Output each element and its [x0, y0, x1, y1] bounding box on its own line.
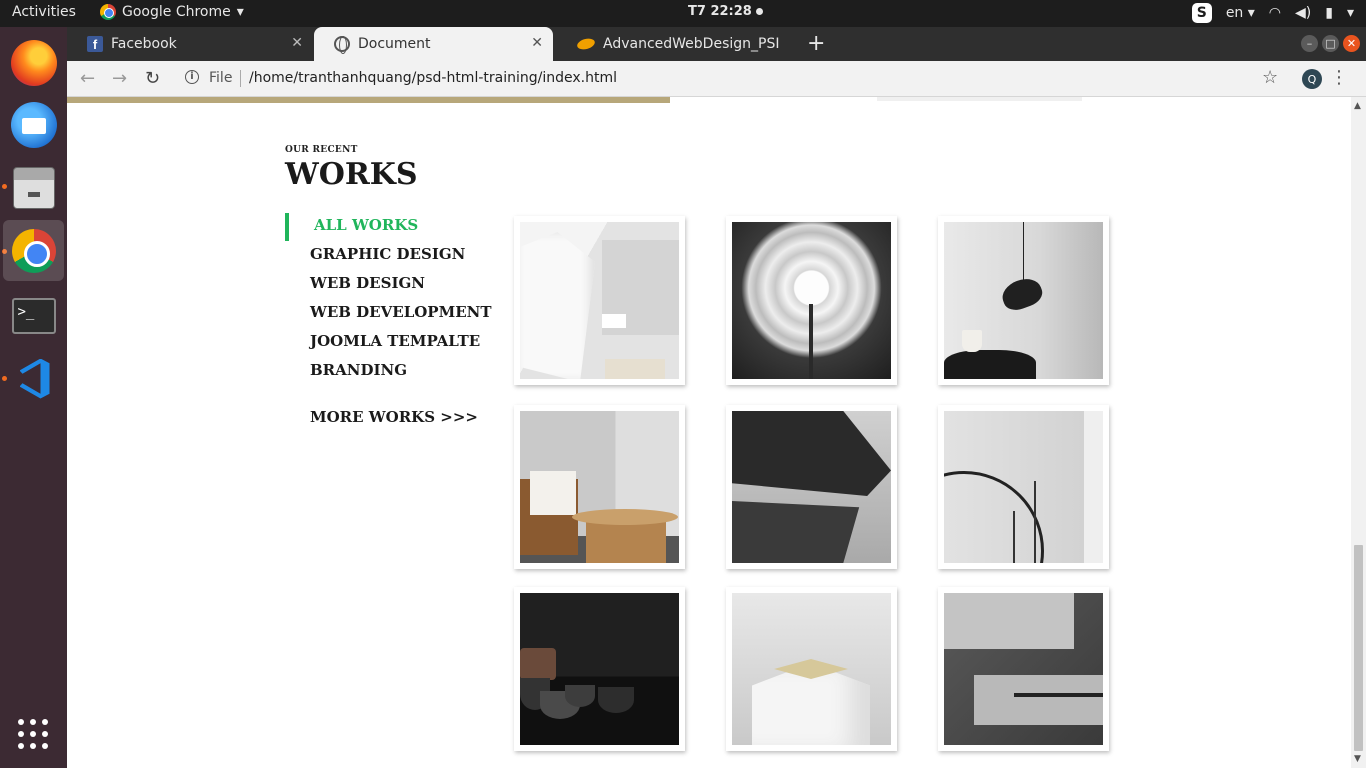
scrollbar-thumb[interactable]	[1354, 545, 1363, 751]
tab-label: Document	[358, 36, 431, 52]
work-image	[944, 593, 1103, 745]
omnibox-divider	[240, 70, 241, 87]
work-image	[944, 411, 1103, 563]
work-thumbnail[interactable]	[726, 216, 897, 385]
app-menu[interactable]: Google Chrome ▾	[100, 4, 244, 20]
work-image	[944, 222, 1103, 379]
window-controls: – □ ✕	[1301, 35, 1360, 52]
work-thumbnail[interactable]	[514, 405, 685, 569]
works-filter-list: ALL WORKS GRAPHIC DESIGN WEB DESIGN WEB …	[285, 213, 492, 389]
chrome-icon	[100, 4, 116, 20]
work-thumbnail[interactable]	[514, 587, 685, 751]
work-thumbnail[interactable]	[726, 405, 897, 569]
app-menu-label: Google Chrome	[122, 4, 231, 20]
section-subtitle: OUR RECENT	[285, 145, 358, 155]
info-icon[interactable]: i	[185, 70, 199, 84]
filter-joomla-template[interactable]: JOOMLA TEMPALTE	[285, 331, 492, 360]
address-bar[interactable]: /home/tranthanhquang/psd-html-training/i…	[249, 70, 617, 86]
work-thumbnail[interactable]	[938, 587, 1109, 751]
menu-kebab-icon[interactable]: ⋮	[1330, 67, 1348, 88]
maximize-button[interactable]: □	[1322, 35, 1339, 52]
filter-web-development[interactable]: WEB DEVELOPMENT	[285, 302, 492, 331]
vscode-icon	[12, 357, 56, 401]
dock-thunderbird[interactable]	[3, 94, 64, 155]
battery-icon[interactable]: ▮	[1325, 5, 1333, 21]
show-applications-icon[interactable]	[18, 719, 48, 749]
dock: >_	[0, 27, 67, 768]
chrome-icon	[11, 228, 56, 273]
dock-firefox[interactable]	[3, 32, 64, 93]
terminal-icon: >_	[11, 297, 56, 334]
work-image	[732, 222, 891, 379]
language-label: en	[1225, 5, 1244, 21]
tab-strip: f Facebook ✕ Document ✕ AdvancedWebDesig…	[67, 27, 1366, 61]
tab-label: AdvancedWebDesign_PSI	[603, 36, 780, 52]
firefox-icon	[10, 39, 57, 86]
profile-avatar[interactable]: Q	[1302, 69, 1322, 89]
scheme-label: File	[209, 70, 233, 86]
work-thumbnail[interactable]	[514, 216, 685, 385]
clock[interactable]: T7 22:28	[688, 4, 763, 19]
work-image	[520, 593, 679, 745]
activities-button[interactable]: Activities	[12, 4, 76, 20]
window-close-button[interactable]: ✕	[1343, 35, 1360, 52]
thunderbird-icon	[10, 101, 57, 148]
work-image	[520, 222, 679, 379]
close-icon[interactable]: ✕	[531, 35, 543, 51]
work-image	[732, 593, 891, 745]
clock-label: T7 22:28	[688, 4, 752, 19]
language-indicator[interactable]: en ▾	[1226, 5, 1255, 21]
bookmark-star-icon[interactable]: ☆	[1262, 67, 1278, 88]
notification-dot-icon	[755, 8, 763, 15]
filter-graphic-design[interactable]: GRAPHIC DESIGN	[285, 244, 492, 273]
filter-web-design[interactable]: WEB DESIGN	[285, 273, 492, 302]
chevron-down-icon: ▾	[236, 4, 244, 20]
top-divider-light	[877, 97, 1082, 101]
page-viewport: OUR RECENT WORKS ALL WORKS GRAPHIC DESIG…	[67, 97, 1351, 768]
work-image	[732, 411, 891, 563]
work-thumbnail[interactable]	[938, 216, 1109, 385]
work-thumbnail[interactable]	[938, 405, 1109, 569]
dock-files[interactable]	[3, 157, 64, 218]
filter-all-works[interactable]: ALL WORKS	[285, 213, 492, 244]
back-button[interactable]: ←	[80, 68, 95, 89]
scroll-down-arrow-icon[interactable]: ▼	[1354, 754, 1361, 764]
volume-icon[interactable]: ◀)	[1295, 5, 1311, 21]
globe-icon	[334, 36, 350, 54]
dock-chrome[interactable]	[3, 220, 64, 281]
section-title: WORKS	[285, 157, 418, 192]
system-top-bar: Activities Google Chrome ▾ T7 22:28 S en…	[0, 0, 1366, 27]
dock-terminal[interactable]: >_	[3, 285, 64, 346]
skype-icon[interactable]: S	[1191, 3, 1212, 23]
new-tab-button[interactable]: +	[807, 31, 825, 56]
system-menu-chevron-icon[interactable]: ▾	[1347, 5, 1354, 21]
dock-vscode[interactable]	[3, 348, 64, 409]
top-divider	[67, 97, 670, 103]
psd-icon	[576, 36, 596, 52]
system-tray: S en ▾ ◠ ◀) ▮ ▾	[1191, 3, 1354, 23]
browser-toolbar: ← → ↻ i File /home/tranthanhquang/psd-ht…	[67, 61, 1366, 97]
tab-label: Facebook	[111, 36, 177, 52]
tab-advancedwebdesign[interactable]: AdvancedWebDesign_PSI	[557, 27, 792, 61]
facebook-icon: f	[87, 36, 103, 52]
tab-document[interactable]: Document ✕	[314, 27, 553, 61]
work-image	[520, 411, 679, 563]
files-icon	[12, 166, 55, 209]
reload-button[interactable]: ↻	[145, 68, 160, 89]
work-thumbnail[interactable]	[726, 587, 897, 751]
tab-facebook[interactable]: f Facebook ✕	[67, 27, 313, 61]
wifi-icon[interactable]: ◠	[1269, 5, 1281, 21]
close-icon[interactable]: ✕	[291, 35, 303, 51]
more-works-link[interactable]: MORE WORKS >>>	[310, 408, 478, 426]
scroll-up-arrow-icon[interactable]: ▲	[1354, 101, 1361, 111]
filter-branding[interactable]: BRANDING	[285, 360, 492, 389]
forward-button[interactable]: →	[112, 68, 127, 89]
minimize-button[interactable]: –	[1301, 35, 1318, 52]
vertical-scrollbar[interactable]: ▲ ▼	[1351, 97, 1366, 768]
